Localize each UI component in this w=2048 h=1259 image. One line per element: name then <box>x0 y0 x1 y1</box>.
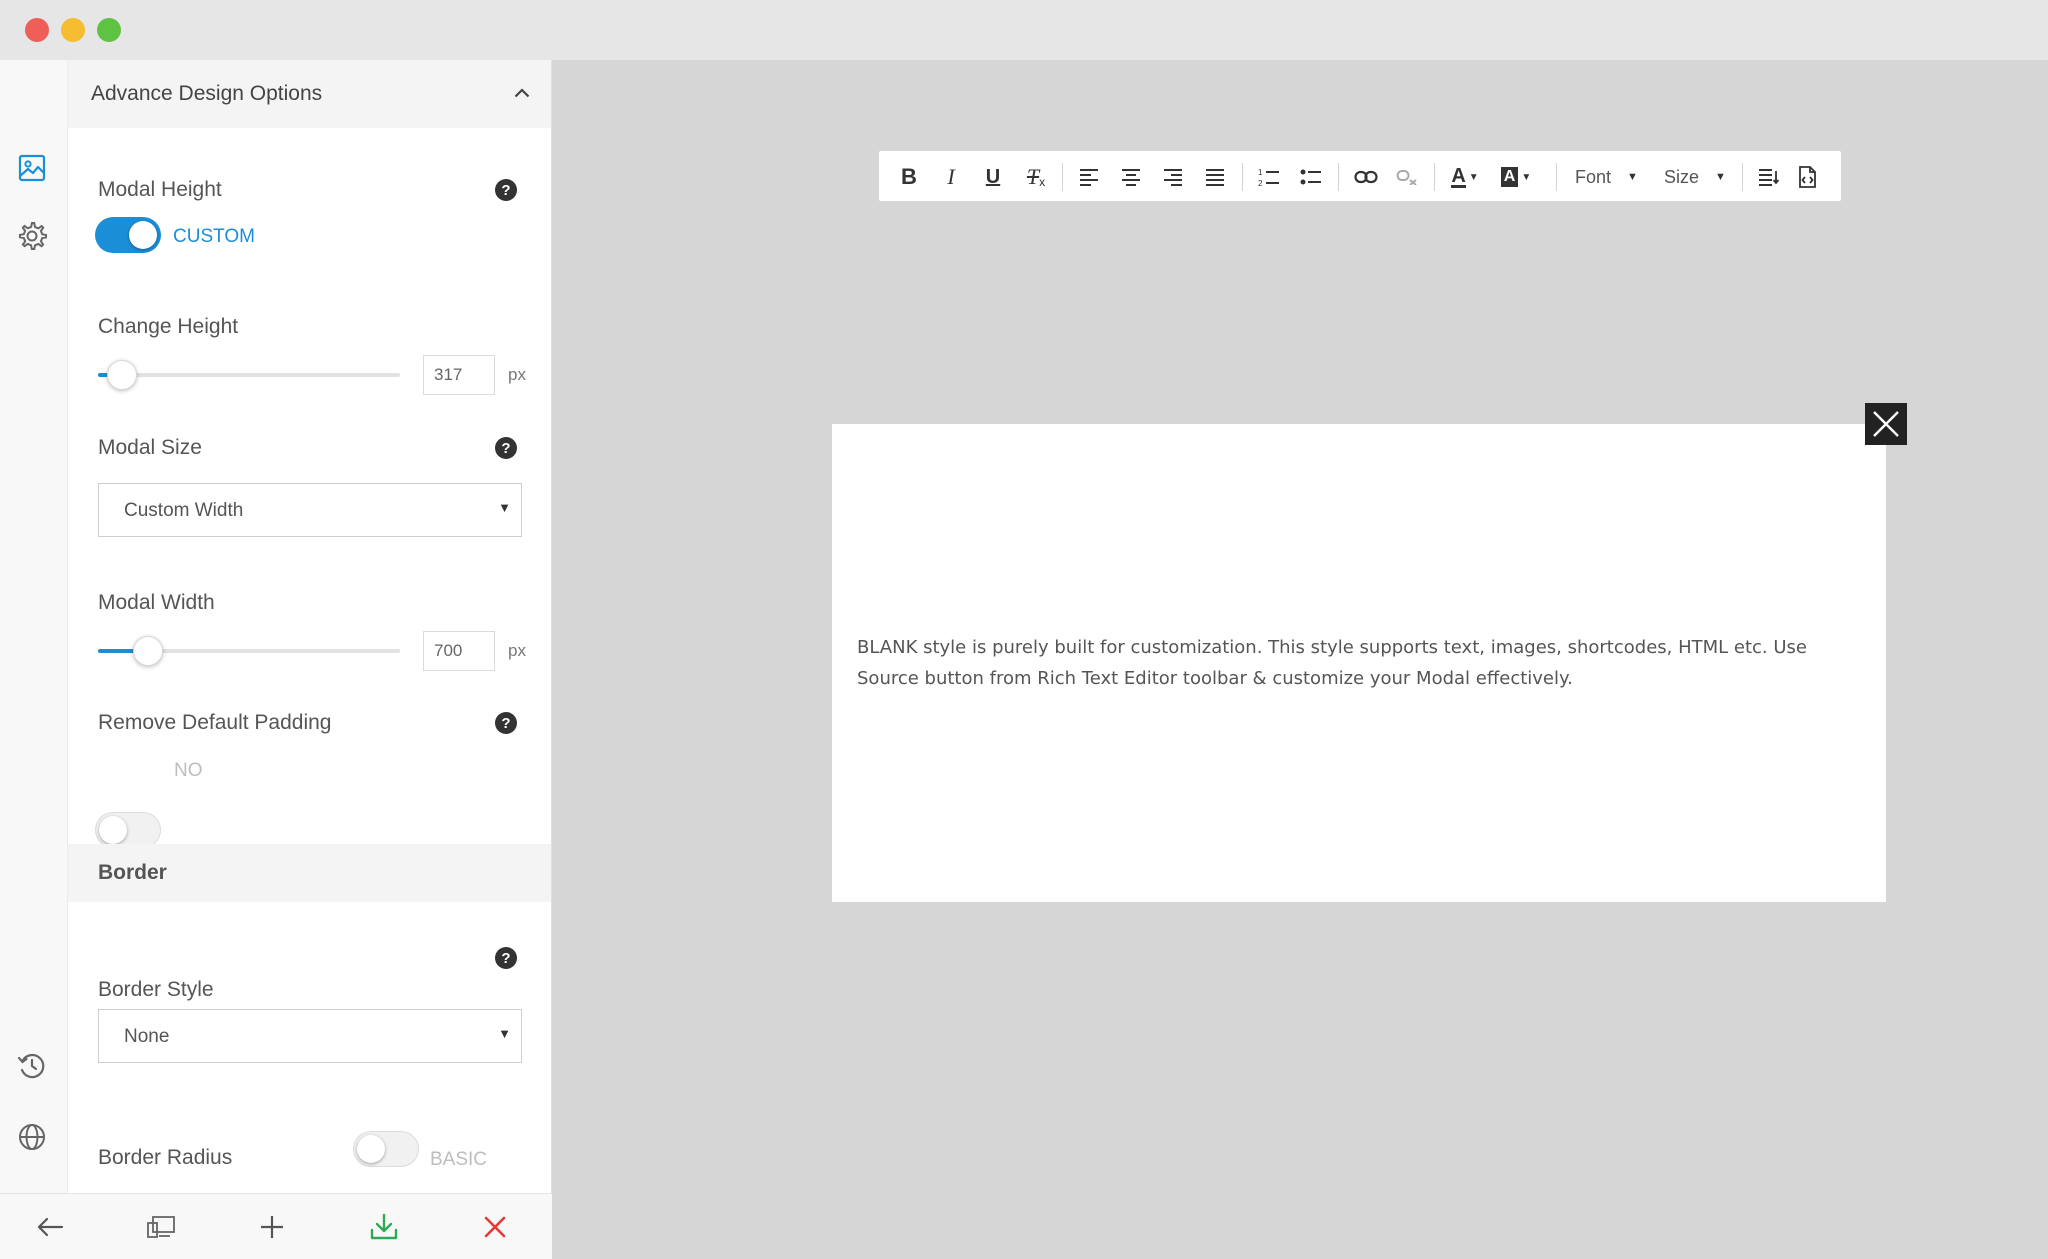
toolbar-separator <box>1742 163 1743 191</box>
gear-icon[interactable] <box>16 220 48 252</box>
bold-icon[interactable]: B <box>895 163 923 191</box>
icon-rail <box>0 60 68 1193</box>
modal-body-line-1: BLANK style is purely built for customiz… <box>857 637 1807 658</box>
source-icon[interactable] <box>1793 163 1821 191</box>
modal-close-icon[interactable] <box>1865 403 1907 445</box>
font-dropdown-label: Font <box>1575 166 1612 187</box>
border-style-select[interactable]: None ▼ <box>98 1009 522 1063</box>
advance-design-options-header[interactable]: Advance Design Options <box>68 60 551 128</box>
border-radius-toggle-text: BASIC <box>430 1149 488 1170</box>
border-style-label: Border Style <box>98 978 214 1001</box>
background-color-icon[interactable]: A ▼ <box>1497 163 1535 191</box>
toggle-knob <box>129 221 157 249</box>
font-dropdown[interactable]: Font ▼ <box>1575 163 1638 191</box>
align-left-icon[interactable] <box>1075 163 1103 191</box>
slider-thumb[interactable] <box>107 360 138 390</box>
unlink-icon[interactable] <box>1393 163 1423 191</box>
toolbar-separator <box>1062 163 1063 191</box>
device-preview-icon[interactable] <box>146 1212 176 1242</box>
modal-height-label: Modal Height <box>98 178 222 201</box>
border-section-title: Border <box>98 861 167 884</box>
caret-down-icon: ▼ <box>1715 171 1726 183</box>
change-height-label: Change Height <box>98 315 239 338</box>
window-titlebar <box>0 0 2048 60</box>
modal-height-toggle-text: CUSTOM <box>173 226 255 247</box>
modal-size-help-icon[interactable]: ? <box>495 437 517 459</box>
modal-height-toggle[interactable] <box>95 217 161 253</box>
image-icon[interactable] <box>16 152 48 184</box>
numbered-list-icon[interactable]: 12 <box>1255 163 1283 191</box>
modal-size-selected: Custom Width <box>124 500 244 521</box>
underline-icon[interactable]: U <box>979 163 1007 191</box>
toolbar-separator <box>1338 163 1339 191</box>
slider-track <box>98 373 400 377</box>
change-height-input[interactable] <box>423 355 495 395</box>
modal-preview[interactable]: BLANK style is purely built for customiz… <box>832 424 1886 902</box>
slider-thumb[interactable] <box>132 636 163 666</box>
align-right-icon[interactable] <box>1159 163 1187 191</box>
window-close-dot[interactable] <box>25 18 49 42</box>
close-icon[interactable] <box>480 1212 510 1242</box>
remove-padding-label: Remove Default Padding <box>98 711 332 734</box>
align-center-icon[interactable] <box>1117 163 1145 191</box>
change-height-unit: px <box>508 365 526 384</box>
modal-width-input[interactable] <box>423 631 495 671</box>
rich-text-toolbar: B I U Tx 12 A ▼ A ▼ Font ▼ Size ▼ <box>878 150 1842 202</box>
download-icon[interactable] <box>369 1212 399 1242</box>
text-color-icon[interactable]: A ▼ <box>1447 163 1483 191</box>
modal-width-slider[interactable] <box>98 631 400 671</box>
svg-text:1: 1 <box>1258 168 1263 177</box>
svg-text:2: 2 <box>1258 179 1263 187</box>
modal-height-help-icon[interactable]: ? <box>495 179 517 201</box>
dropdown-caret-icon: ▼ <box>498 500 511 515</box>
settings-panel: Advance Design Options Modal Height ? CU… <box>68 60 552 1193</box>
remove-padding-toggle[interactable] <box>95 812 161 848</box>
globe-icon[interactable] <box>16 1121 48 1153</box>
remove-format-icon[interactable]: Tx <box>1021 163 1051 191</box>
back-arrow-icon[interactable] <box>35 1212 65 1242</box>
size-dropdown[interactable]: Size ▼ <box>1664 163 1726 191</box>
toolbar-separator <box>1556 163 1557 191</box>
toolbar-separator <box>1242 163 1243 191</box>
dropdown-caret-icon: ▼ <box>498 1026 511 1041</box>
window-minimize-dot[interactable] <box>61 18 85 42</box>
remove-padding-toggle-text: NO <box>174 760 203 781</box>
caret-down-icon: ▼ <box>1627 171 1638 183</box>
border-style-selected: None <box>124 1026 170 1047</box>
plus-icon[interactable] <box>257 1212 287 1242</box>
italic-icon[interactable]: I <box>937 163 965 191</box>
size-dropdown-label: Size <box>1664 166 1700 187</box>
modal-size-label: Modal Size <box>98 436 202 459</box>
panel-title: Advance Design Options <box>91 82 323 105</box>
history-icon[interactable] <box>16 1050 48 1082</box>
toggle-knob <box>99 816 127 844</box>
border-radius-label: Border Radius <box>98 1146 233 1169</box>
modal-width-label: Modal Width <box>98 591 215 614</box>
align-justify-icon[interactable] <box>1201 163 1229 191</box>
modal-size-select[interactable]: Custom Width ▼ <box>98 483 522 537</box>
remove-padding-help-icon[interactable]: ? <box>495 712 517 734</box>
modal-width-unit: px <box>508 641 526 660</box>
modal-body-text[interactable]: BLANK style is purely built for customiz… <box>857 632 1857 694</box>
chevron-up-icon[interactable] <box>514 85 530 103</box>
border-section-header: Border <box>68 844 551 902</box>
bottom-toolbar <box>0 1193 552 1259</box>
modal-body-line-2: Source button from Rich Text Editor tool… <box>857 668 1573 689</box>
toolbar-separator <box>1434 163 1435 191</box>
bulleted-list-icon[interactable] <box>1297 163 1325 191</box>
link-icon[interactable] <box>1351 163 1381 191</box>
toggle-knob <box>357 1135 385 1163</box>
block-format-icon[interactable] <box>1755 163 1783 191</box>
change-height-slider[interactable] <box>98 355 400 395</box>
border-radius-toggle[interactable] <box>353 1131 419 1167</box>
border-style-help-icon[interactable]: ? <box>495 947 517 969</box>
window-maximize-dot[interactable] <box>97 18 121 42</box>
